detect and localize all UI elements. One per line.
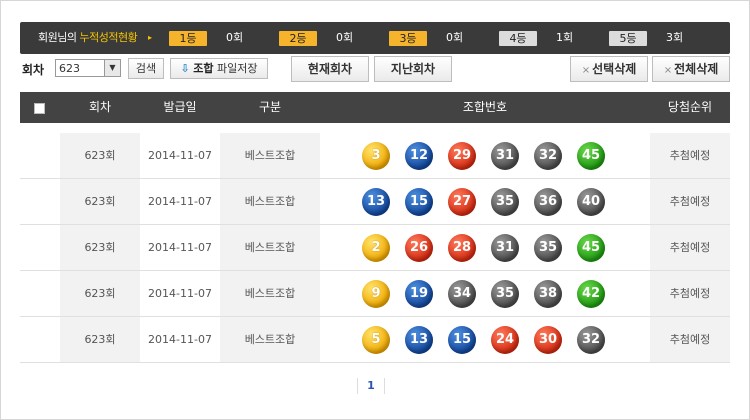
lotto-ball: 26 bbox=[405, 234, 433, 262]
rank-4-badge: 4등 bbox=[499, 31, 537, 46]
rank-3-badge: 3등 bbox=[389, 31, 427, 46]
lotto-ball: 36 bbox=[534, 188, 562, 216]
rank-3-count: 0회 bbox=[446, 31, 464, 44]
search-button[interactable]: 검색 bbox=[128, 58, 164, 79]
current-round-button[interactable]: 현재회차 bbox=[291, 56, 369, 82]
previous-round-button[interactable]: 지난회차 bbox=[374, 56, 452, 82]
lotto-ball: 27 bbox=[448, 188, 476, 216]
header-numbers: 조합번호 bbox=[462, 100, 508, 114]
lotto-ball: 5 bbox=[362, 326, 390, 354]
lotto-ball: 13 bbox=[362, 188, 390, 216]
rank-5-count: 3회 bbox=[666, 31, 684, 44]
round-select-value: 623 bbox=[59, 62, 80, 75]
cell-date: 2014-11-07 bbox=[148, 287, 212, 300]
save-label: 파일저장 bbox=[213, 62, 258, 75]
cell-result: 추첨예정 bbox=[650, 317, 730, 362]
lotto-ball: 31 bbox=[491, 142, 519, 170]
save-bold-label: 조합 bbox=[193, 62, 214, 75]
cell-result: 추첨예정 bbox=[650, 225, 730, 270]
lotto-ball: 3 bbox=[362, 142, 390, 170]
rank-5-badge: 5등 bbox=[609, 31, 647, 46]
lotto-ball: 45 bbox=[577, 234, 605, 262]
table-row[interactable]: 623회 2014-11-07 베스트조합 추첨예정 5 13 15 24 30 32 bbox=[20, 317, 730, 363]
lotto-ball: 30 bbox=[534, 326, 562, 354]
lotto-ball: 38 bbox=[534, 280, 562, 308]
cumulative-stats-bar: 회원님의 누적성적현황 ▸ 1등 0회 2등 0회 3등 0회 4등 1회 5등… bbox=[20, 22, 730, 54]
header-date: 발급일 bbox=[163, 100, 197, 114]
lotto-ball: 13 bbox=[405, 326, 433, 354]
lotto-ball: 12 bbox=[405, 142, 433, 170]
rank-1-count: 0회 bbox=[226, 31, 244, 44]
lotto-ball: 35 bbox=[491, 188, 519, 216]
rank-2-count: 0회 bbox=[336, 31, 354, 44]
delete-all-button[interactable]: × 전체삭제 bbox=[652, 56, 730, 82]
cell-round: 623회 bbox=[60, 271, 140, 316]
select-all-checkbox[interactable] bbox=[34, 103, 45, 114]
lotto-ball: 32 bbox=[534, 142, 562, 170]
header-round: 회차 bbox=[88, 100, 112, 114]
lotto-ball: 35 bbox=[534, 234, 562, 262]
table-row[interactable]: 623회 2014-11-07 베스트조합 추첨예정 2 26 28 31 35 45 bbox=[20, 225, 730, 271]
lotto-ball: 29 bbox=[448, 142, 476, 170]
lotto-ball: 15 bbox=[448, 326, 476, 354]
close-icon: × bbox=[663, 65, 673, 76]
round-select[interactable]: 623 ▼ bbox=[55, 59, 121, 77]
rank-1-badge: 1등 bbox=[169, 31, 207, 46]
cell-date: 2014-11-07 bbox=[148, 241, 212, 254]
cell-round: 623회 bbox=[60, 133, 140, 178]
lotto-ball: 24 bbox=[491, 326, 519, 354]
header-type: 구분 bbox=[258, 100, 282, 114]
close-icon: × bbox=[581, 65, 591, 76]
lotto-ball: 15 bbox=[405, 188, 433, 216]
chevron-down-icon[interactable]: ▼ bbox=[104, 60, 120, 76]
stats-title: 회원님의 누적성적현황 bbox=[38, 31, 138, 44]
lotto-ball: 19 bbox=[405, 280, 433, 308]
cell-type: 베스트조합 bbox=[220, 133, 320, 178]
table-header: 회차 발급일 구분 조합번호 당첨순위 bbox=[20, 92, 730, 123]
lotto-ball: 45 bbox=[577, 142, 605, 170]
cell-type: 베스트조합 bbox=[220, 225, 320, 270]
lotto-ball: 32 bbox=[577, 326, 605, 354]
cell-date: 2014-11-07 bbox=[148, 195, 212, 208]
cell-round: 623회 bbox=[60, 179, 140, 224]
arrow-right-icon: ▸ bbox=[148, 33, 153, 42]
table-row[interactable]: 623회 2014-11-07 베스트조합 추첨예정 3 12 29 31 32 45 bbox=[20, 133, 730, 179]
cell-type: 베스트조합 bbox=[220, 271, 320, 316]
cell-result: 추첨예정 bbox=[650, 133, 730, 178]
rank-4-count: 1회 bbox=[556, 31, 574, 44]
delete-all-label: 전체삭제 bbox=[674, 62, 719, 76]
cell-result: 추첨예정 bbox=[650, 179, 730, 224]
download-icon: ⇩ bbox=[180, 62, 190, 75]
lotto-ball: 35 bbox=[491, 280, 519, 308]
header-result: 당첨순위 bbox=[667, 100, 713, 114]
cell-result: 추첨예정 bbox=[650, 271, 730, 316]
table-row[interactable]: 623회 2014-11-07 베스트조합 추첨예정 9 19 34 35 38 42 bbox=[20, 271, 730, 317]
cell-date: 2014-11-07 bbox=[148, 149, 212, 162]
cell-round: 623회 bbox=[60, 225, 140, 270]
table-row[interactable]: 623회 2014-11-07 베스트조합 추첨예정 13 15 27 35 36 40 bbox=[20, 179, 730, 225]
round-label: 회차 bbox=[22, 63, 45, 77]
lotto-ball: 2 bbox=[362, 234, 390, 262]
cell-type: 베스트조합 bbox=[220, 179, 320, 224]
lotto-ball: 9 bbox=[362, 280, 390, 308]
lotto-ball: 42 bbox=[577, 280, 605, 308]
cell-round: 623회 bbox=[60, 317, 140, 362]
cell-date: 2014-11-07 bbox=[148, 333, 212, 346]
save-file-button[interactable]: ⇩ 조합 파일저장 bbox=[170, 58, 268, 79]
lotto-ball: 31 bbox=[491, 234, 519, 262]
delete-selected-button[interactable]: × 선택삭제 bbox=[570, 56, 648, 82]
lotto-ball: 40 bbox=[577, 188, 605, 216]
lotto-ball: 34 bbox=[448, 280, 476, 308]
delete-selected-label: 선택삭제 bbox=[592, 62, 637, 76]
lotto-ball: 28 bbox=[448, 234, 476, 262]
rank-2-badge: 2등 bbox=[279, 31, 317, 46]
pagination-current[interactable]: 1 bbox=[357, 378, 385, 394]
cell-type: 베스트조합 bbox=[220, 317, 320, 362]
